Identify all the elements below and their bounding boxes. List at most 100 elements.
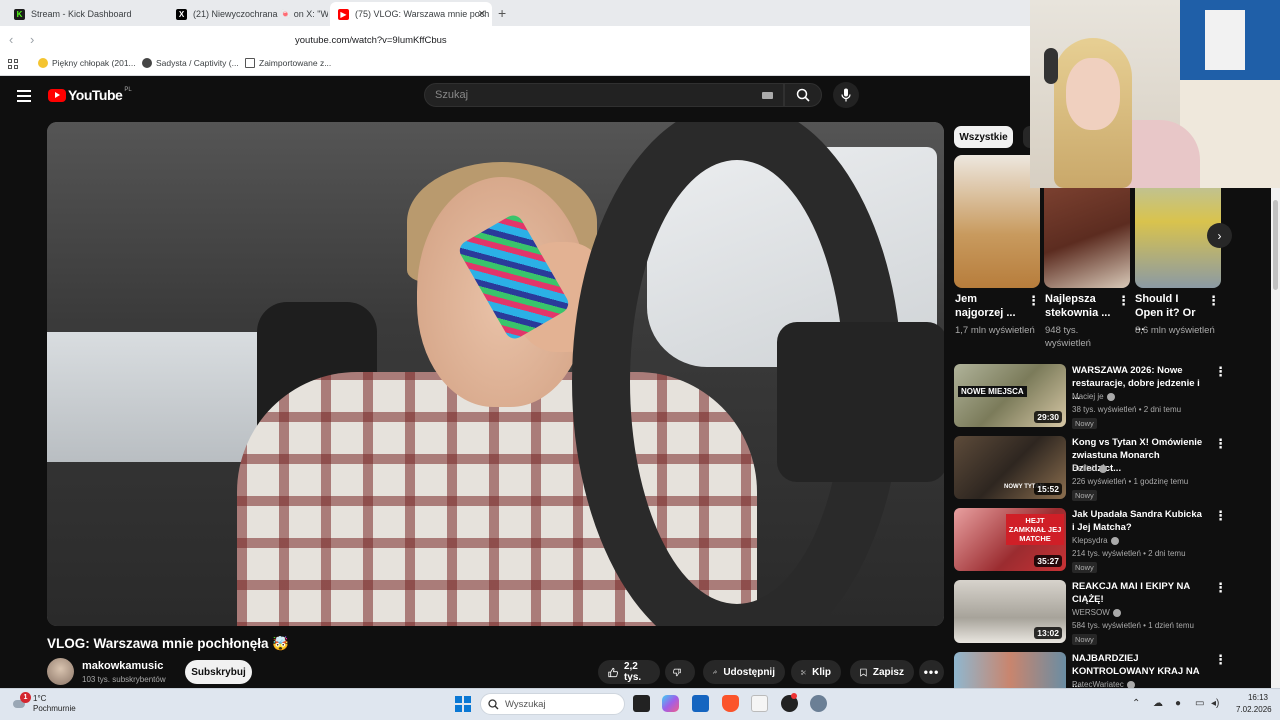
tab-youtube-vlog[interactable]: ▶ (75) VLOG: Warszawa mnie poch ✕	[330, 2, 492, 26]
share-button[interactable]: Udostępnij	[703, 660, 785, 684]
more-vert-icon[interactable]: ⋮	[1207, 294, 1220, 307]
youtube-favicon-icon: ▶	[338, 8, 349, 20]
menu-icon[interactable]	[17, 90, 31, 102]
url-text: youtube.com/watch?v=9lumKffCbus	[295, 34, 447, 46]
shorts-next-button[interactable]: ›	[1207, 223, 1232, 248]
search-icon	[796, 88, 810, 102]
channel-avatar[interactable]	[47, 658, 74, 685]
clip-button[interactable]: Klip	[791, 660, 841, 684]
like-button[interactable]: 2,2 tys.	[598, 660, 660, 684]
display-icon[interactable]: ▭	[1195, 698, 1204, 709]
keyboard-icon[interactable]	[762, 92, 773, 99]
copilot-icon[interactable]	[662, 695, 679, 712]
bookmark-folder[interactable]: Zaimportowane z...	[245, 58, 331, 68]
chip-all[interactable]: Wszystkie	[954, 126, 1013, 148]
thumbs-down-icon	[673, 668, 681, 676]
settings-gear-icon[interactable]	[810, 695, 827, 712]
verified-icon	[1112, 608, 1121, 617]
rec-channel: Halfish	[1072, 464, 1108, 473]
list-item[interactable]: NAJBARDZIEJ KONTROLOWANY KRAJ NA ... Pat…	[954, 652, 1214, 688]
webcam-overlay	[1030, 0, 1280, 188]
video-thumbnail[interactable]	[954, 652, 1066, 688]
video-thumbnail[interactable]: NOWY TYTAN 15:52	[954, 436, 1066, 499]
back-icon[interactable]: ‹	[9, 32, 13, 47]
more-actions-button[interactable]: •••	[919, 660, 944, 684]
more-vert-icon[interactable]: ⋮	[1214, 581, 1227, 594]
scissors-icon	[801, 669, 806, 675]
save-icon	[860, 668, 867, 677]
windows-start-icon[interactable]	[455, 696, 471, 712]
more-vert-icon[interactable]: ⋮	[1214, 365, 1227, 378]
tab-x-post[interactable]: X (21) Niewyczochrana 🍬 on X: "Wyz	[168, 2, 328, 26]
webcam-person-face	[1066, 58, 1120, 130]
bookmark-item[interactable]: Piękny chłopak (201...	[38, 58, 136, 68]
short-title[interactable]: Najlepsza stekownia ...	[1045, 292, 1117, 320]
bookmarks-bar: Piękny chłopak (201... Sadysta / Captivi…	[0, 54, 1030, 76]
subscriber-count: 103 tys. subskrybentów	[82, 675, 166, 684]
short-views: 8,6 mln wyświetleń	[1135, 325, 1215, 336]
brave-browser-icon[interactable]	[722, 695, 739, 712]
emoji-favicon-icon	[38, 58, 48, 68]
channel-name[interactable]: makowkamusic	[82, 660, 163, 672]
microphone-tray-icon[interactable]: ●	[1175, 698, 1181, 709]
tab-kick-dashboard[interactable]: K Stream - Kick Dashboard	[6, 2, 166, 26]
rec-channel: PatecWariatec	[1072, 680, 1135, 688]
short-title[interactable]: Jem najgorzej ...	[955, 292, 1027, 320]
subscribe-button[interactable]: Subskrybuj	[185, 660, 252, 684]
new-badge: Nowy	[1072, 562, 1097, 573]
more-vert-icon[interactable]: ⋮	[1214, 653, 1227, 666]
video-player[interactable]	[47, 122, 944, 626]
save-button[interactable]: Zapisz	[850, 660, 914, 684]
notification-badge: 1	[20, 692, 31, 703]
tab-title: (21) Niewyczochrana 🍬 on X: "Wyz	[193, 8, 328, 19]
youtube-logo[interactable]: YouTube PL	[48, 87, 132, 103]
task-view-icon[interactable]	[633, 695, 650, 712]
video-thumbnail[interactable]: NOWE MIEJSCA 29:30	[954, 364, 1066, 427]
page-scrollbar-thumb[interactable]	[1273, 200, 1278, 290]
close-tab-icon[interactable]: ✕	[478, 9, 486, 20]
speaker-icon[interactable]: ◂)	[1211, 698, 1219, 709]
rec-meta: 38 tys. wyświetleń • 2 dni temu	[1072, 405, 1182, 414]
more-vert-icon[interactable]: ⋮	[1117, 294, 1130, 307]
address-bar[interactable]: youtube.com/watch?v=9lumKffCbus	[270, 31, 990, 49]
folder-icon	[245, 58, 255, 68]
steering-hub	[777, 322, 944, 482]
rec-channel: Maciej je	[1072, 392, 1115, 401]
cloud-sync-icon[interactable]: ☁	[1153, 698, 1163, 709]
rec-meta: 214 tys. wyświetleń • 2 dni temu	[1072, 549, 1186, 558]
more-vert-icon[interactable]: ⋮	[1027, 294, 1040, 307]
system-clock[interactable]: 16:13 7.02.2026	[1236, 692, 1272, 716]
rec-meta: 584 tys. wyświetleń • 1 dzień temu	[1072, 621, 1194, 630]
store-icon[interactable]	[692, 695, 709, 712]
new-badge: Nowy	[1072, 418, 1097, 429]
list-item[interactable]: HEJT ZAMKNAŁ JEJ MATCHE 35:27 Jak Upadał…	[954, 508, 1214, 574]
new-badge: Nowy	[1072, 490, 1097, 501]
verified-icon	[1099, 464, 1108, 473]
video-title: VLOG: Warszawa mnie pochłonęła 🤯	[47, 636, 290, 651]
list-item[interactable]: NOWE MIEJSCA 29:30 WARSZAWA 2026: Nowe r…	[954, 364, 1214, 430]
video-thumbnail[interactable]: 13:02	[954, 580, 1066, 643]
taskbar-search-input[interactable]: Wyszukaj	[480, 693, 625, 715]
microphone-icon	[841, 88, 851, 102]
verified-icon	[1106, 392, 1115, 401]
dislike-button[interactable]	[665, 660, 695, 684]
search-icon	[488, 699, 499, 710]
bookmark-item[interactable]: Sadysta / Captivity (...	[142, 58, 239, 68]
short-thumbnail[interactable]	[954, 155, 1040, 288]
video-thumbnail[interactable]: HEJT ZAMKNAŁ JEJ MATCHE 35:27	[954, 508, 1066, 571]
list-item[interactable]: 13:02 REAKCJA MAI I EKIPY NA CIĄŻĘ! WERS…	[954, 580, 1214, 646]
search-input[interactable]: Szukaj	[424, 83, 784, 107]
search-button[interactable]	[784, 83, 822, 107]
chevron-up-icon[interactable]: ⌃	[1132, 698, 1140, 709]
new-tab-button[interactable]: +	[498, 5, 506, 21]
list-item[interactable]: NOWY TYTAN 15:52 Kong vs Tytan X! Omówie…	[954, 436, 1214, 502]
apps-grid-icon[interactable]	[8, 59, 18, 69]
forward-icon[interactable]: ›	[30, 32, 34, 47]
app-badge	[791, 693, 797, 699]
browser-tab-strip: K Stream - Kick Dashboard X (21) Niewycz…	[0, 0, 1030, 26]
notes-icon[interactable]	[751, 695, 768, 712]
more-vert-icon[interactable]: ⋮	[1214, 509, 1227, 522]
voice-search-button[interactable]	[833, 82, 859, 108]
more-vert-icon[interactable]: ⋮	[1214, 437, 1227, 450]
globe-icon	[142, 58, 152, 68]
